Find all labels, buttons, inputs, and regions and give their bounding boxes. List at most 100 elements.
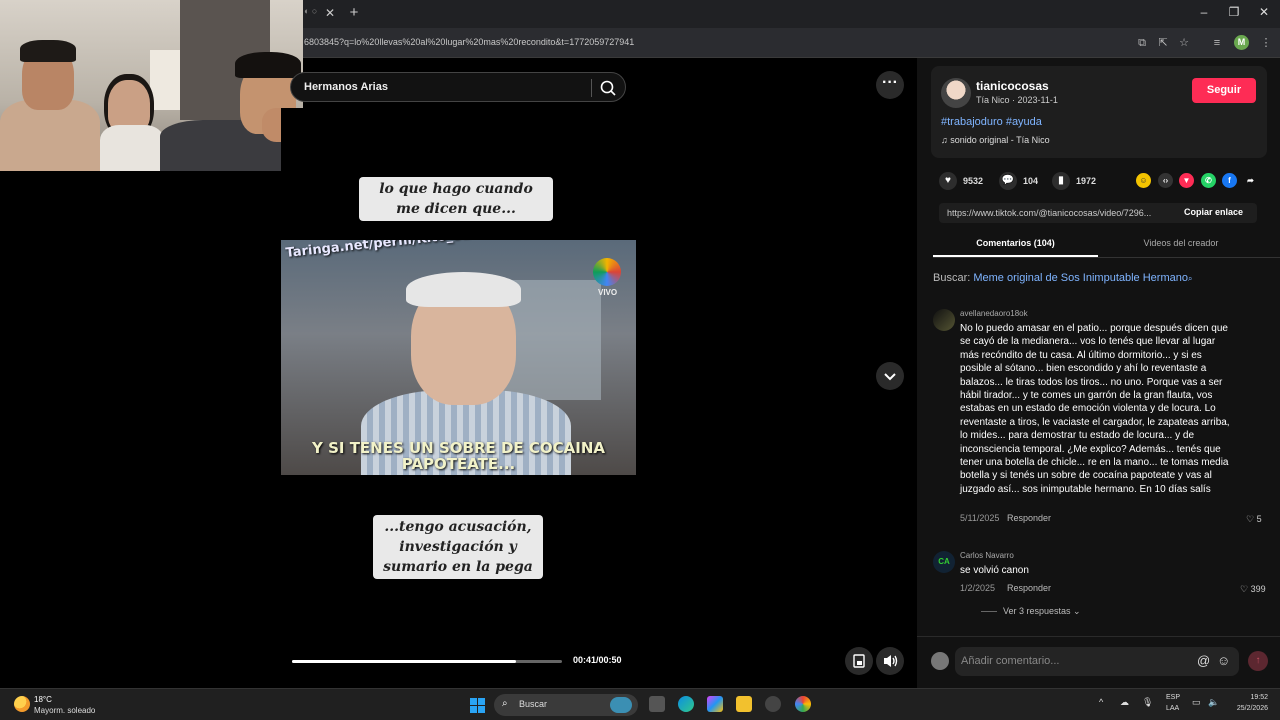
comment-icon[interactable]: 💬 (999, 172, 1017, 190)
comment-text: se volvió canon (960, 565, 1029, 576)
taskbar-search[interactable]: ⌕ Buscar (494, 694, 638, 716)
commenter-username[interactable]: Carlos Navarro (960, 551, 1014, 560)
tab-creator-videos[interactable]: Videos del creador (1099, 238, 1263, 258)
weather-desc[interactable]: Mayorm. soleado (34, 706, 95, 715)
edge-icon[interactable] (678, 696, 694, 712)
person-2-body (100, 125, 164, 171)
commenter-avatar[interactable] (933, 309, 955, 331)
comment-like[interactable]: ♡ 399 (1240, 584, 1266, 595)
clock-time[interactable]: 19:52 (1226, 694, 1268, 701)
picture-in-picture-button[interactable] (845, 647, 873, 675)
tab-close-icon[interactable]: ✕ (322, 5, 338, 21)
comment-input[interactable]: Añadir comentario... @ ☺ (955, 647, 1239, 676)
network-icon[interactable]: ▭ (1192, 697, 1201, 708)
translate-icon[interactable]: ⧉ (1134, 35, 1150, 51)
webcam-overlay (0, 0, 303, 171)
next-video-button[interactable] (876, 362, 904, 390)
clock-date[interactable]: 25/2/2026 (1226, 705, 1268, 712)
chrome-icon[interactable] (795, 696, 811, 712)
commenter-avatar[interactable]: CA (933, 551, 955, 573)
comment-count: 104 (1023, 176, 1039, 186)
search-icon[interactable] (599, 79, 617, 97)
close-window-icon[interactable]: ✕ (1256, 5, 1272, 19)
comment-like-count: 399 (1250, 584, 1266, 594)
person-1-body (0, 100, 100, 171)
task-view-icon[interactable] (649, 696, 665, 712)
share-arrow-icon[interactable]: ➦ (1243, 173, 1258, 188)
bookmark-icon[interactable]: ▮ (1052, 172, 1070, 190)
volume-tray-icon[interactable]: 🔈 (1208, 697, 1219, 708)
view-replies-button[interactable]: Ver 3 respuestas ⌄ (981, 606, 1081, 617)
video-hashtags[interactable]: #trabajoduro #ayuda (941, 116, 1042, 128)
save-count: 1972 (1076, 176, 1097, 186)
post-comment-button[interactable]: ↑ (1248, 651, 1268, 671)
details-panel: tianicocosas Tía Nico · 2023-11-1 Seguir… (917, 58, 1280, 636)
weather-temp[interactable]: 18°C (34, 695, 52, 704)
search-query[interactable]: Hermanos Arias (304, 81, 388, 93)
reply-button[interactable]: Responder (1007, 583, 1051, 593)
comment-input-bar: Añadir comentario... @ ☺ ↑ (917, 636, 1280, 688)
whatsapp-icon[interactable]: ✆ (1201, 173, 1216, 188)
comment-like-count: 5 (1256, 514, 1262, 524)
video-progress-bar[interactable] (292, 660, 562, 663)
chevron-down-icon (884, 373, 896, 381)
creator-username[interactable]: tianicocosas (976, 79, 1049, 93)
url-text[interactable]: 6803845?q=lo%20llevas%20al%20lugar%20mas… (304, 37, 634, 47)
follow-button[interactable]: Seguir (1192, 78, 1256, 103)
search-bar[interactable]: Hermanos Arias (290, 72, 626, 102)
volume-button[interactable] (876, 647, 904, 675)
emoji-icon[interactable]: ☺ (1217, 653, 1230, 668)
comment-item: avellanedaoro18ok No lo puedo amasar en … (933, 309, 1273, 529)
mention-icon[interactable]: @ (1197, 653, 1210, 668)
creator-avatar[interactable] (941, 78, 971, 108)
steam-icon[interactable] (765, 696, 781, 712)
taskbar-search-label: Buscar (519, 699, 548, 709)
reply-button[interactable]: Responder (1007, 513, 1051, 523)
keyboard-layout[interactable]: LAA (1166, 705, 1179, 712)
person-1-hair (20, 40, 76, 62)
share-link-box: https://www.tiktok.com/@tianicocosas/vid… (939, 203, 1257, 223)
copilot-icon[interactable] (707, 696, 723, 712)
install-app-icon[interactable]: ⇱ (1155, 35, 1171, 51)
comment-like[interactable]: ♡ 5 (1246, 514, 1262, 525)
bookmark-star-icon[interactable]: ☆ (1176, 35, 1192, 51)
comment-placeholder: Añadir comentario... (961, 655, 1060, 667)
video-player[interactable]: lo que hago cuando me dicen que... Tarin… (281, 108, 646, 719)
tray-chevron-up-icon[interactable]: ^ (1099, 697, 1103, 707)
embed-icon[interactable]: ‹› (1158, 173, 1173, 188)
weather-icon[interactable] (14, 696, 30, 712)
facebook-icon[interactable]: f (1222, 173, 1237, 188)
creator-info: Tía Nico · 2023-11-1 (976, 95, 1058, 105)
profile-avatar-icon[interactable]: M (1234, 35, 1249, 50)
send-to-friends-icon[interactable]: ▼ (1179, 173, 1194, 188)
search-highlight-icon (610, 697, 632, 713)
copy-link-button[interactable]: Copiar enlace (1184, 207, 1243, 217)
commenter-username[interactable]: avellanedaoro18ok (960, 309, 1028, 318)
tab-active-indicator (933, 255, 1098, 257)
comment-date: 5/11/2025 (960, 513, 1000, 523)
file-explorer-icon[interactable] (736, 696, 752, 712)
media-control-icon[interactable]: ≡ (1209, 35, 1225, 51)
related-search-query[interactable]: Meme original de Sos Inimputable Hermano (973, 272, 1188, 284)
related-search[interactable]: Buscar: Meme original de Sos Inimputable… (933, 272, 1192, 284)
frame-watermark: Taringa.net/perfil/Kito_52 (285, 240, 472, 261)
channel-live-label: VIVO (598, 288, 618, 297)
windows-start-icon[interactable] (470, 698, 485, 713)
tray-cloud-icon[interactable]: ☁ (1120, 697, 1129, 708)
comment-text: No lo puedo amasar en el patio... porque… (960, 323, 1230, 495)
more-options-button[interactable]: ··· (876, 71, 904, 99)
video-sound[interactable]: ♫ sonido original - Tía Nico (941, 135, 1050, 145)
maximize-icon[interactable]: ❐ (1226, 5, 1242, 19)
tray-mic-icon[interactable]: 🎙 (1142, 697, 1153, 708)
new-tab-button[interactable]: + (346, 4, 362, 22)
comment-item: CA Carlos Navarro se volvió canon 1/2/20… (933, 551, 1273, 621)
minimize-icon[interactable]: – (1196, 5, 1212, 19)
heart-icon[interactable]: ♥ (939, 172, 957, 190)
browser-menu-icon[interactable]: ⋮ (1258, 35, 1274, 51)
share-link-url[interactable]: https://www.tiktok.com/@tianicocosas/vid… (947, 208, 1173, 218)
repost-icon[interactable]: ☺ (1136, 173, 1151, 188)
creator-card: tianicocosas Tía Nico · 2023-11-1 Seguir… (931, 66, 1267, 158)
language-code[interactable]: ESP (1166, 694, 1180, 701)
channel-logo-icon (593, 258, 621, 286)
video-time: 00:41/00:50 (573, 655, 622, 665)
